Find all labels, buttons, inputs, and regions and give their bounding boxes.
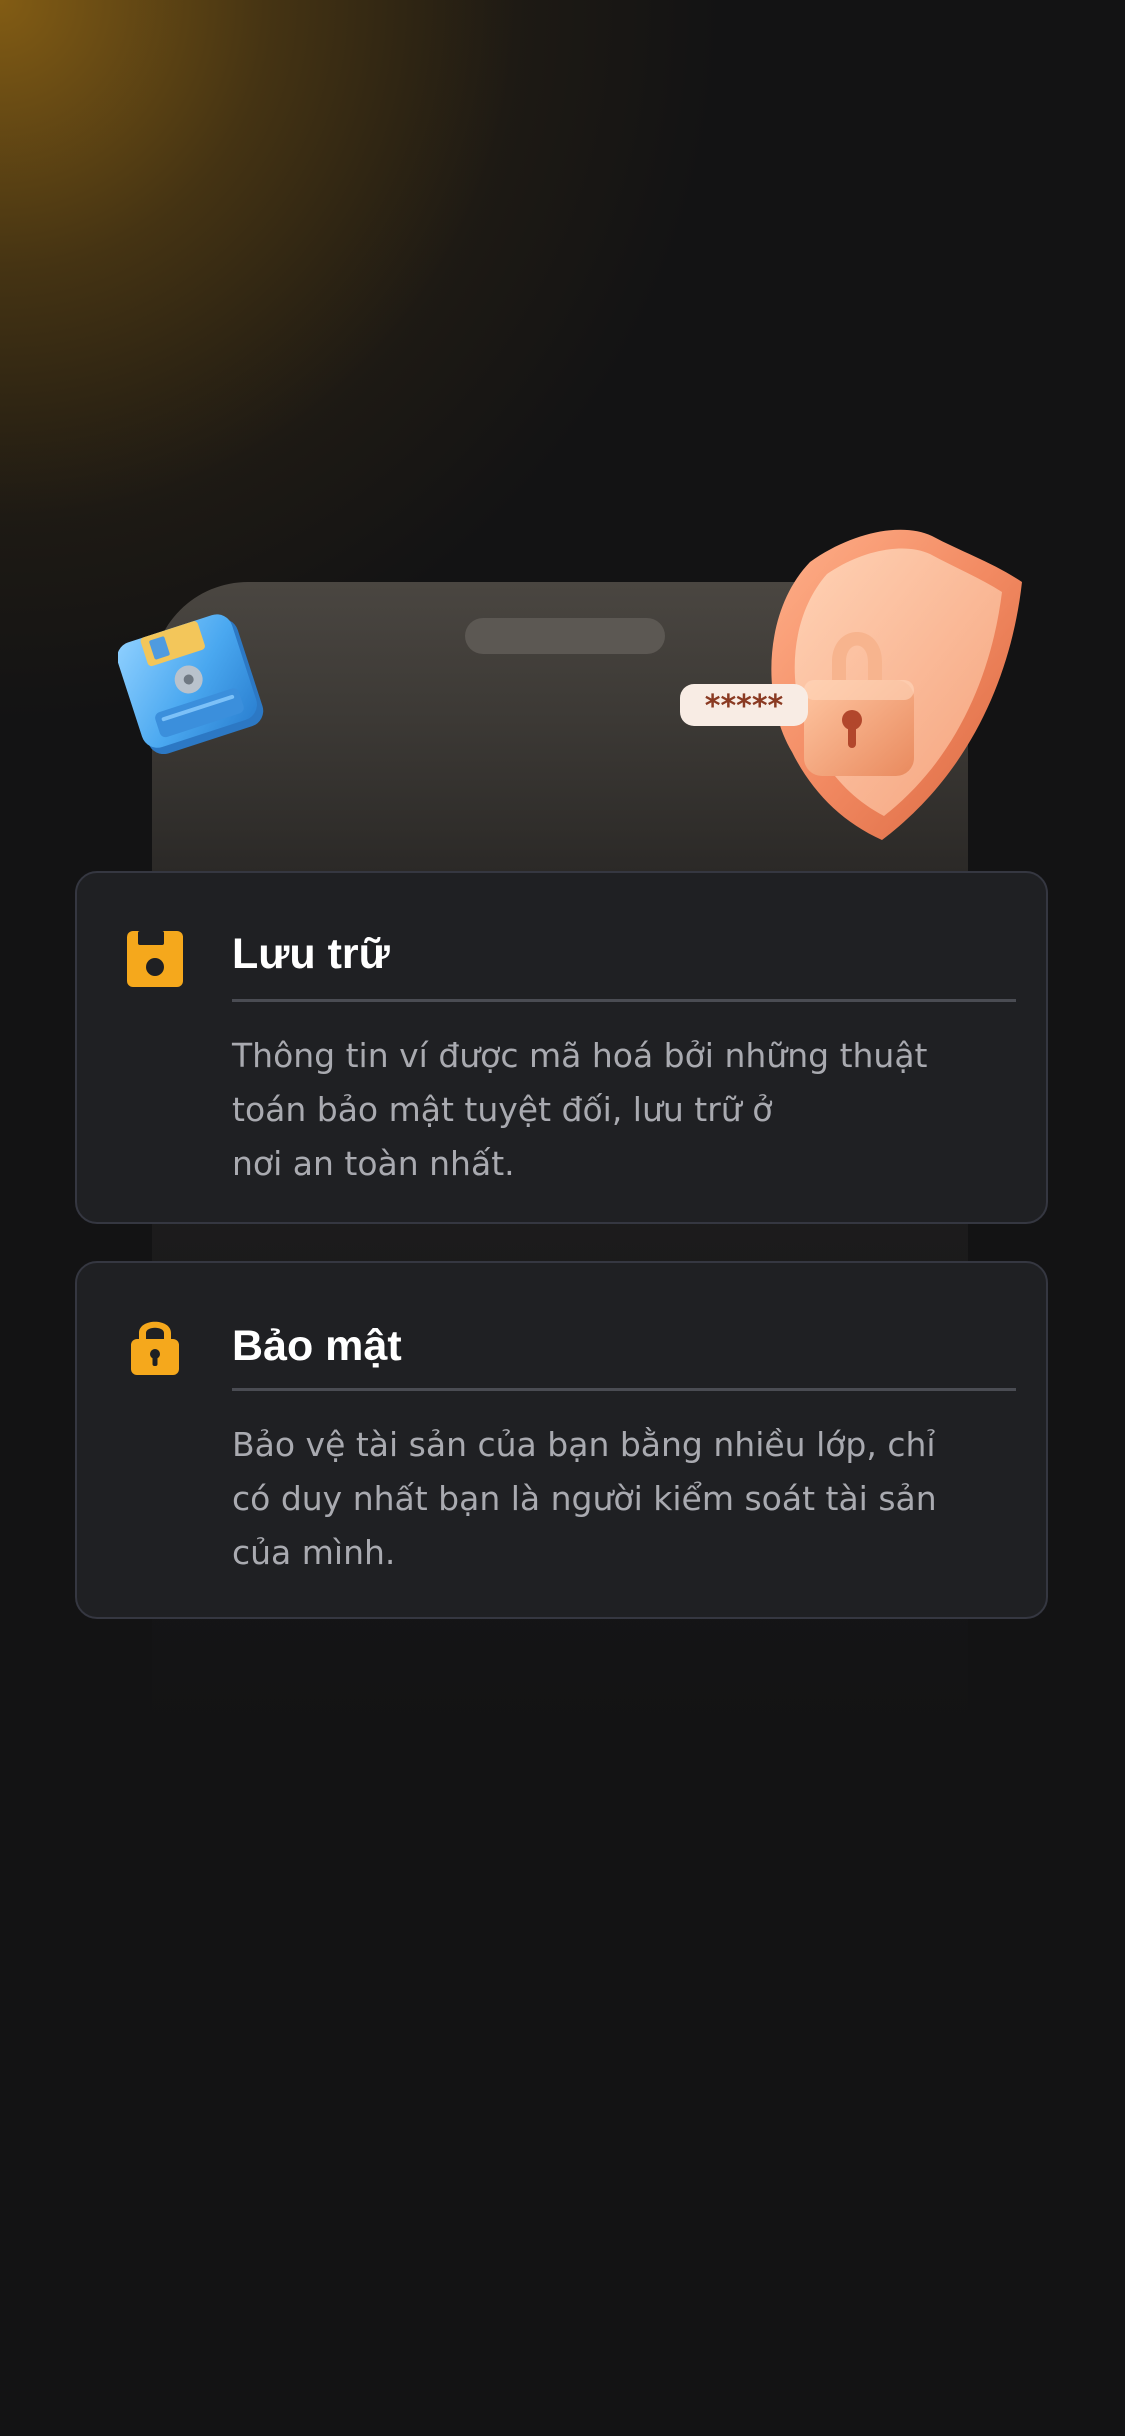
lock-icon (131, 1321, 179, 1375)
phone-notch (465, 618, 665, 654)
card-description: Thông tin ví được mã hoá bởi những thuật… (232, 1036, 928, 1183)
floppy-disk-3d-icon (118, 614, 264, 754)
card-title: Lưu trữ (232, 930, 390, 978)
feature-card-storage: Lưu trữ Thông tin ví được mã hoá bởi nhữ… (75, 871, 1048, 1224)
shield-padlock-3d-icon: ***** (680, 529, 1022, 840)
card-title: Bảo mật (232, 1322, 402, 1370)
floppy-disk-icon (127, 931, 183, 987)
card-divider (232, 999, 1016, 1002)
card-description: Bảo vệ tài sản của bạn bằng nhiều lớp, c… (232, 1425, 937, 1572)
feature-card-security: Bảo mật Bảo vệ tài sản của bạn bằng nhiề… (75, 1261, 1048, 1619)
card-divider (232, 1388, 1016, 1391)
svg-text:*****: ***** (705, 689, 784, 724)
